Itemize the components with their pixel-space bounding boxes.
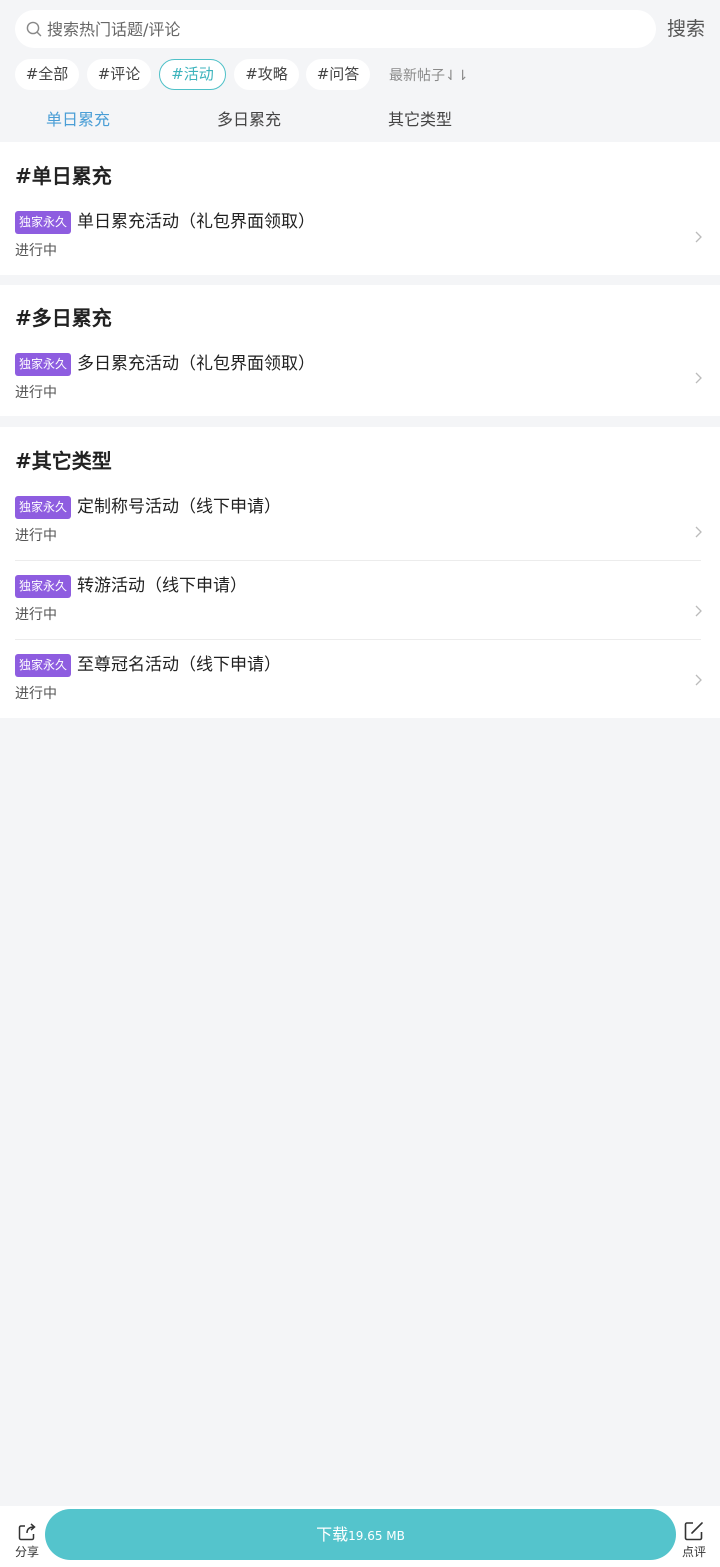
chip-comments[interactable]: #评论 — [87, 59, 151, 90]
review-button[interactable]: 点评 — [678, 1520, 710, 1562]
tab-other-types[interactable]: 其它类型 — [388, 104, 452, 136]
exclusive-badge: 独家永久 — [15, 575, 71, 598]
sub-tabs: 单日累充 多日累充 其它类型 — [0, 104, 720, 136]
list-item[interactable]: 独家永久 转游活动（线下申请） 进行中 — [0, 575, 720, 630]
chevron-right-icon — [695, 605, 702, 617]
chevron-right-icon — [695, 526, 702, 538]
share-button[interactable]: 分享 — [10, 1522, 44, 1562]
section-title: #单日累充 — [15, 164, 112, 188]
item-title: 定制称号活动（线下申请） — [77, 497, 281, 517]
chevron-right-icon — [695, 231, 702, 243]
download-size: 19.65 MB — [348, 1529, 405, 1543]
list-item[interactable]: 独家永久 多日累充活动（礼包界面领取） 进行中 — [0, 353, 720, 408]
list-item[interactable]: 独家永久 至尊冠名活动（线下申请） 进行中 — [0, 654, 720, 709]
list-item[interactable]: 独家永久 定制称号活动（线下申请） 进行中 — [0, 496, 720, 551]
chevron-right-icon — [695, 372, 702, 384]
item-title: 至尊冠名活动（线下申请） — [77, 655, 281, 675]
sort-latest-posts[interactable]: 最新帖子⇃⇂ — [389, 68, 468, 84]
chip-activities[interactable]: #活动 — [159, 59, 226, 90]
search-row: 搜索 — [0, 0, 720, 58]
status-label: 进行中 — [15, 607, 57, 623]
share-icon — [18, 1523, 36, 1541]
exclusive-badge: 独家永久 — [15, 211, 71, 234]
chip-qa[interactable]: #问答 — [306, 59, 370, 90]
divider — [15, 639, 701, 640]
download-label: 下载 — [316, 1525, 349, 1544]
share-label: 分享 — [14, 1545, 39, 1559]
chevron-right-icon — [695, 674, 702, 686]
review-label: 点评 — [681, 1545, 706, 1559]
exclusive-badge: 独家永久 — [15, 654, 71, 677]
category-chips: #全部 #评论 #活动 #攻略 #问答 最新帖子⇃⇂ — [15, 59, 715, 90]
item-title: 多日累充活动（礼包界面领取） — [77, 354, 315, 374]
item-title: 转游活动（线下申请） — [77, 576, 247, 596]
item-title: 单日累充活动（礼包界面领取） — [77, 212, 315, 232]
download-button[interactable]: 下载19.65 MB — [45, 1509, 676, 1560]
chip-guides[interactable]: #攻略 — [234, 59, 299, 90]
bottom-bar: 分享 下载19.65 MB 点评 — [0, 1506, 720, 1567]
tab-single-day[interactable]: 单日累充 — [46, 104, 110, 136]
section-title: #其它类型 — [15, 449, 112, 473]
exclusive-badge: 独家永久 — [15, 496, 71, 519]
search-input[interactable] — [47, 10, 637, 48]
search-icon — [26, 21, 42, 37]
status-label: 进行中 — [15, 528, 57, 544]
status-label: 进行中 — [15, 686, 57, 702]
section-title: #多日累充 — [15, 306, 112, 330]
chip-all[interactable]: #全部 — [15, 59, 79, 90]
search-box[interactable] — [15, 10, 656, 48]
tab-multi-day[interactable]: 多日累充 — [217, 104, 281, 136]
status-label: 进行中 — [15, 385, 57, 401]
divider — [15, 560, 701, 561]
section-multi-day: #多日累充 独家永久 多日累充活动（礼包界面领取） 进行中 — [0, 285, 720, 416]
list-item[interactable]: 独家永久 单日累充活动（礼包界面领取） 进行中 — [0, 211, 720, 266]
exclusive-badge: 独家永久 — [15, 353, 71, 376]
search-button[interactable]: 搜索 — [667, 17, 705, 41]
section-single-day: #单日累充 独家永久 单日累充活动（礼包界面领取） 进行中 — [0, 142, 720, 275]
section-other-types: #其它类型 独家永久 定制称号活动（线下申请） 进行中 独家永久 转游活动（线下… — [0, 427, 720, 718]
status-label: 进行中 — [15, 243, 57, 259]
edit-icon — [684, 1522, 703, 1541]
